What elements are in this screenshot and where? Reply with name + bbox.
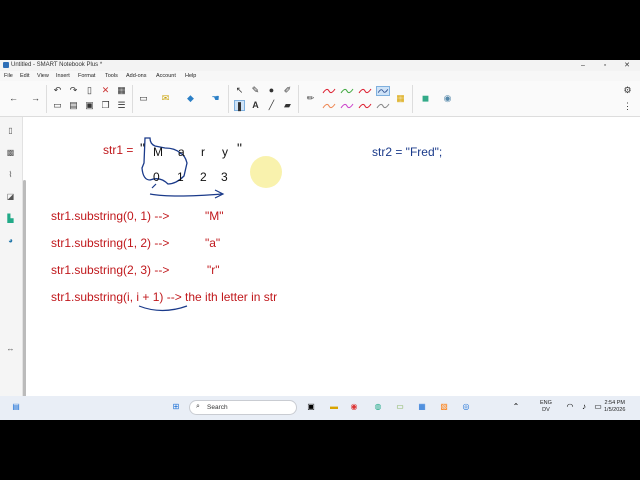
windows-taskbar: ▤ ⊞ ⌕ Search ▣ ▬ ◉ ◍ ▭ ▦ ▧ ◎ ⌃ ENG DV ◠ …	[0, 396, 640, 420]
clock-time: 2:54 PM	[604, 400, 625, 406]
substring-result-3: "r"	[207, 263, 220, 277]
file-explorer-icon[interactable]: ▬	[328, 401, 340, 413]
taskbar-search[interactable]: ⌕ Search	[189, 400, 297, 415]
index-1: 1	[177, 170, 184, 184]
start-icon[interactable]: ⊞	[170, 401, 182, 413]
clock-date: 1/5/2026	[604, 407, 626, 413]
substring-result-2: "a"	[205, 236, 221, 250]
battery-icon[interactable]: ▭	[592, 401, 604, 413]
clock[interactable]: 2:54 PM 1/5/2026	[604, 400, 625, 414]
index-arrow-stroke	[149, 193, 223, 197]
powerpoint-icon[interactable]: ▧	[438, 401, 450, 413]
lang-top: ENG	[540, 400, 552, 406]
index-2: 2	[200, 170, 207, 184]
index-3: 3	[221, 170, 228, 184]
substring-line-1: str1.substring(0, 1) -->	[51, 209, 170, 223]
underline-stroke	[138, 305, 188, 312]
volume-icon[interactable]: ♪	[578, 401, 590, 413]
lang-bottom: DV	[542, 407, 550, 413]
browser-icon[interactable]: ◍	[372, 401, 384, 413]
str2-declaration: str2 = "Fred";	[372, 145, 443, 159]
substring-line-4: str1.substring(i, i + 1) --> the ith let…	[51, 290, 278, 304]
substring-line-3: str1.substring(2, 3) -->	[51, 263, 170, 277]
arrow-tail	[151, 183, 157, 189]
letter-a: a	[178, 145, 185, 159]
search-placeholder: Search	[207, 404, 228, 411]
app-icon[interactable]: ▭	[394, 401, 406, 413]
search-icon: ⌕	[196, 403, 200, 410]
smart-notebook-icon[interactable]: ◎	[460, 401, 472, 413]
language-indicator[interactable]: ENG DV	[540, 400, 552, 414]
task-view-icon[interactable]: ▣	[305, 401, 317, 413]
index-0: 0	[153, 170, 160, 184]
substring-result-1: "M"	[205, 209, 224, 223]
word-icon[interactable]: ▦	[416, 401, 428, 413]
letter-m: M	[153, 145, 163, 159]
quote-open: "	[140, 140, 145, 156]
app-window: Untitled - SMART Notebook Plus * – ▫ ✕ F…	[0, 60, 640, 420]
substring-line-2: str1.substring(1, 2) -->	[51, 236, 170, 250]
pointer-highlight	[250, 156, 282, 188]
chrome-icon[interactable]: ◉	[348, 401, 360, 413]
quote-close: "	[237, 140, 242, 156]
str1-label: str1 =	[103, 143, 134, 157]
wifi-icon[interactable]: ◠	[564, 401, 576, 413]
tray-chevron-icon[interactable]: ⌃	[510, 401, 522, 413]
widgets-icon[interactable]: ▤	[10, 401, 22, 413]
letter-y: y	[222, 145, 228, 159]
letter-r: r	[201, 145, 205, 159]
